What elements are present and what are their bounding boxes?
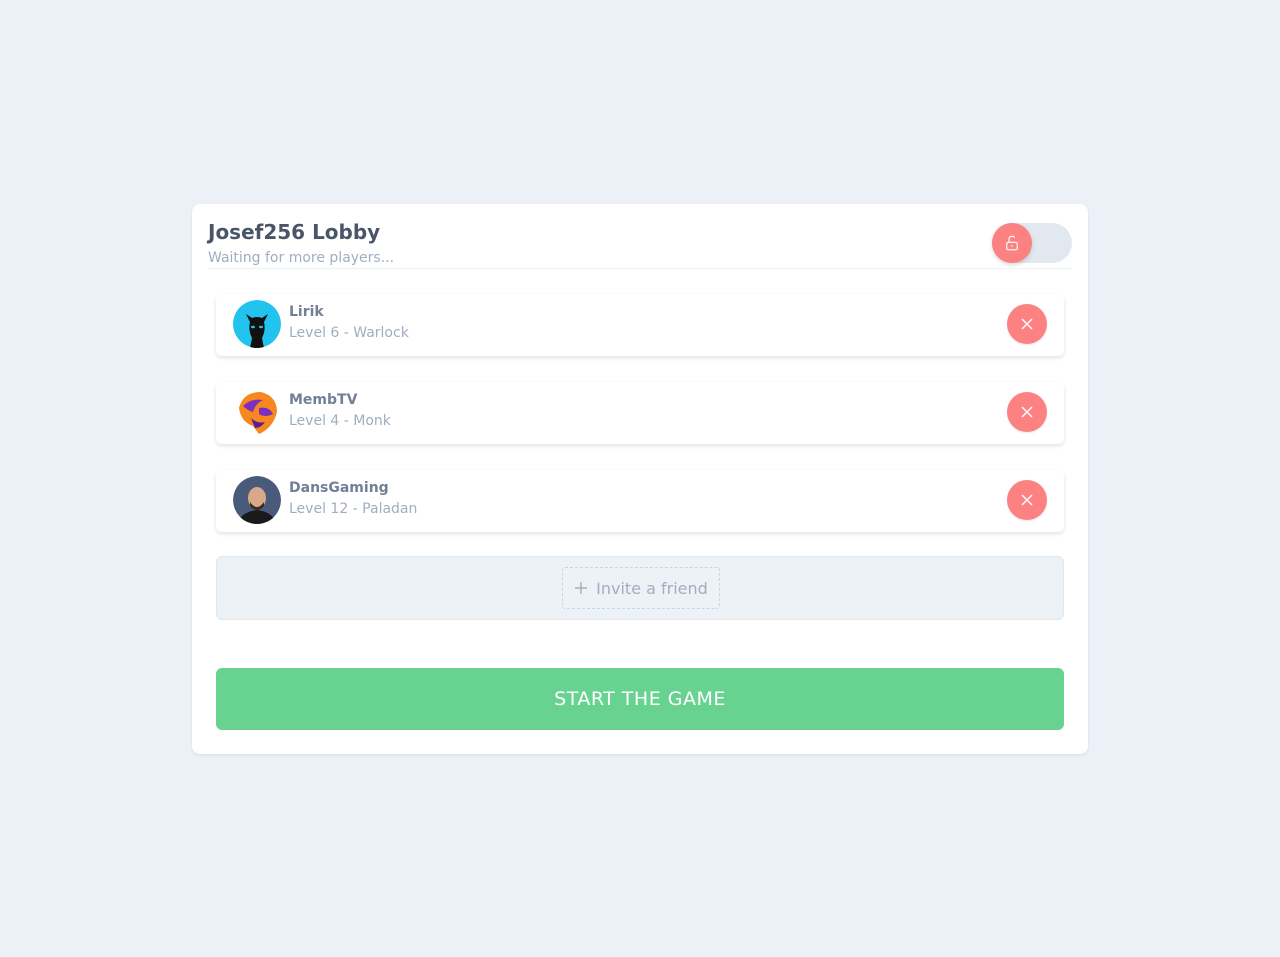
invite-friend-label: Invite a friend [596,578,708,598]
start-game-button[interactable]: START THE GAME [216,668,1064,730]
close-icon [1021,318,1033,330]
invite-area: Invite a friend [216,556,1064,620]
start-game-label: START THE GAME [554,688,726,710]
plus-icon [575,582,588,594]
mask-avatar-icon [233,388,281,436]
lobby-card: Josef256 Lobby Waiting for more players.… [192,204,1088,754]
lobby-title: Josef256 Lobby [208,220,381,244]
lobby-header: Josef256 Lobby Waiting for more players.… [208,218,1072,269]
player-list: Lirik Level 6 - Warlock MembTV Level 4 - [216,294,1064,558]
kick-player-button[interactable] [1007,392,1047,432]
lobby-subtitle: Waiting for more players... [208,250,395,266]
kick-player-button[interactable] [1007,304,1047,344]
lock-toggle-knob[interactable] [992,223,1032,263]
photo-avatar-icon [233,476,281,524]
panther-avatar-icon [233,300,281,348]
player-avatar [233,476,281,524]
player-avatar [233,388,281,436]
player-name: Lirik [289,304,324,320]
kick-player-button[interactable] [1007,480,1047,520]
player-level-class: Level 4 - Monk [289,413,391,429]
player-level-class: Level 12 - Paladan [289,501,418,517]
lobby-lock-toggle[interactable] [992,223,1072,263]
close-icon [1021,406,1033,418]
player-level-class: Level 6 - Warlock [289,325,409,341]
unlock-icon [1006,235,1018,251]
player-card: Lirik Level 6 - Warlock [216,294,1064,356]
invite-friend-button[interactable]: Invite a friend [562,567,720,609]
player-card: MembTV Level 4 - Monk [216,382,1064,444]
player-name: DansGaming [289,480,389,496]
close-icon [1021,494,1033,506]
player-avatar [233,300,281,348]
player-name: MembTV [289,392,358,408]
player-card: DansGaming Level 12 - Paladan [216,470,1064,532]
